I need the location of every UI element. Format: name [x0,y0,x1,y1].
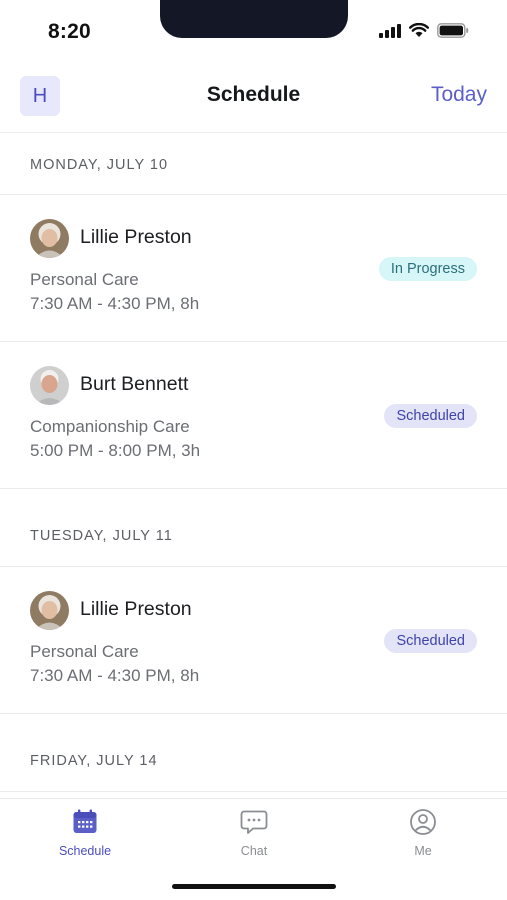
user-circle-icon [410,809,436,835]
app-header: H Schedule Today [0,68,507,124]
visit-card[interactable]: Burt Bennett Companionship Care 5:00 PM … [0,342,507,488]
visit-hours: 7:30 AM - 4:30 PM, 8h [30,666,200,685]
status-bar: 8:20 [0,0,507,60]
calendar-icon [73,809,97,833]
divider [0,791,507,792]
status-badge: In Progress [378,257,477,281]
visit-card[interactable]: Lillie Preston Personal Care 7:30 AM - 4… [0,567,507,713]
status-badge: Scheduled [384,404,477,428]
date-label: FRIDAY, JULY 14 [30,753,158,769]
camera-notch [160,0,348,38]
service-type: Personal Care [30,270,139,289]
client-name: Burt Bennett [80,373,189,395]
tab-label: Schedule [58,844,112,858]
client-photo [30,366,69,405]
tab-me[interactable]: Me [363,807,483,858]
tab-chat[interactable]: Chat [194,807,314,858]
divider [0,132,507,133]
tab-schedule[interactable]: Schedule [25,807,145,858]
status-time: 8:20 [48,20,91,43]
service-type: Personal Care [30,642,139,661]
divider [0,488,507,489]
client-name: Lillie Preston [80,226,192,248]
divider [0,713,507,714]
date-label: TUESDAY, JULY 11 [30,528,173,544]
agency-avatar-button[interactable]: H [20,76,60,116]
status-icons [379,23,469,38]
client-photo [30,591,69,630]
visit-hours: 7:30 AM - 4:30 PM, 8h [30,294,200,313]
today-button[interactable]: Today [431,83,487,107]
date-label: MONDAY, JULY 10 [30,157,169,173]
visit-card[interactable]: Lillie Preston Personal Care 7:30 AM - 4… [0,195,507,341]
client-photo [30,219,69,258]
home-indicator [172,884,336,889]
service-type: Companionship Care [30,417,190,436]
cellular-signal-icon [379,23,401,38]
battery-icon [437,23,469,38]
tab-label: Me [414,844,432,858]
wifi-icon [409,23,429,37]
visit-hours: 5:00 PM - 8:00 PM, 3h [30,441,201,460]
tab-label: Chat [240,844,268,858]
status-badge: Scheduled [384,629,477,653]
client-name: Lillie Preston [80,598,192,620]
chat-bubble-icon [240,810,268,834]
